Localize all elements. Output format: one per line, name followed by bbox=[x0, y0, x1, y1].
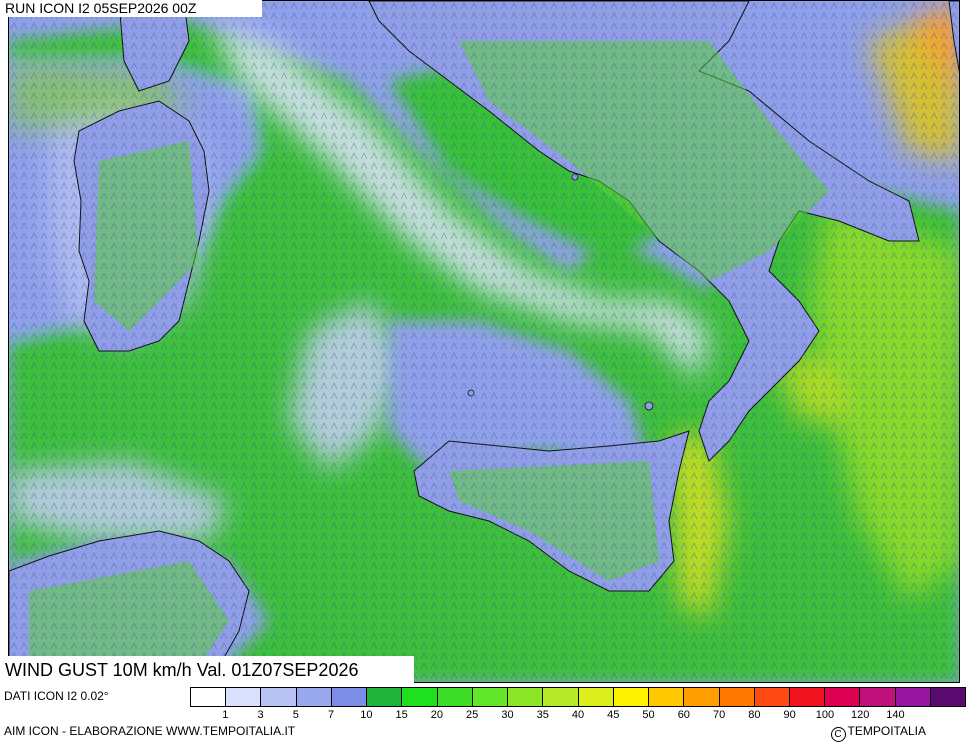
footer-credit: AIM ICON - ELABORAZIONE WWW.TEMPOITALIA.… bbox=[4, 724, 296, 738]
legend-tick-label: 20 bbox=[430, 709, 444, 721]
legend-swatch bbox=[754, 688, 790, 706]
legend-tick-label: 120 bbox=[850, 709, 870, 721]
copyright-icon: C bbox=[830, 727, 846, 742]
legend-swatch bbox=[578, 688, 614, 706]
legend-swatch bbox=[543, 688, 579, 706]
legend-tick-label: 90 bbox=[783, 709, 796, 721]
legend-swatch bbox=[895, 688, 931, 706]
legend-swatch bbox=[402, 688, 438, 706]
legend-tick-label: 30 bbox=[501, 709, 514, 721]
legend-swatch bbox=[825, 688, 861, 706]
legend-tick-label: 140 bbox=[886, 709, 905, 721]
legend-swatch bbox=[508, 688, 544, 706]
legend-tick-label: 40 bbox=[571, 709, 585, 721]
legend-tick-label: 35 bbox=[536, 709, 549, 721]
legend-swatch bbox=[860, 688, 896, 706]
footer-brand: C TEMPOITALIA bbox=[830, 724, 926, 742]
legend-tick-label: 70 bbox=[712, 709, 726, 721]
legend-swatch bbox=[613, 688, 650, 706]
legend-swatch bbox=[649, 688, 685, 706]
legend-swatch bbox=[226, 688, 262, 706]
legend-swatch bbox=[261, 688, 297, 706]
legend-tick-label: 60 bbox=[677, 709, 690, 721]
legend-swatch bbox=[930, 688, 966, 706]
legend-swatch bbox=[684, 688, 720, 706]
legend-tick-label: 7 bbox=[328, 709, 335, 721]
data-source-label: DATI ICON I2 0.02° bbox=[4, 689, 109, 703]
footer-brand-text: TEMPOITALIA bbox=[847, 724, 926, 738]
legend-labels: 1 3 5 7 10 15 20 25 30 35 40 45 50 60 70 80 90 100 120 140 bbox=[190, 709, 966, 723]
legend-tick-label: 45 bbox=[607, 709, 620, 721]
wind-gust-map bbox=[8, 0, 960, 683]
color-legend bbox=[190, 687, 966, 707]
legend-swatch bbox=[437, 688, 473, 706]
legend-swatch bbox=[789, 688, 826, 706]
legend-swatch bbox=[472, 688, 509, 706]
legend-tick-label: 3 bbox=[257, 709, 264, 721]
legend-tick-label: 25 bbox=[466, 709, 479, 721]
legend-tick-label: 1 bbox=[222, 709, 229, 721]
legend-tick-label: 80 bbox=[748, 709, 761, 721]
legend-tick-label: 10 bbox=[360, 709, 373, 721]
wind-arrows bbox=[9, 1, 959, 682]
legend-tick-label: 5 bbox=[292, 709, 299, 721]
map-canvas bbox=[9, 1, 959, 682]
legend-tick-label: 15 bbox=[395, 709, 408, 721]
run-title: RUN ICON I2 05SEP2026 00Z bbox=[0, 0, 262, 17]
legend-swatch bbox=[191, 688, 227, 706]
legend-swatch bbox=[719, 688, 755, 706]
legend-tick-label: 50 bbox=[642, 709, 655, 721]
legend-swatch bbox=[367, 688, 403, 706]
legend-swatch bbox=[296, 688, 332, 706]
legend-swatch bbox=[331, 688, 368, 706]
legend-tick-label: 100 bbox=[815, 709, 835, 721]
field-title: WIND GUST 10M km/h Val. 01Z07SEP2026 bbox=[0, 656, 414, 684]
